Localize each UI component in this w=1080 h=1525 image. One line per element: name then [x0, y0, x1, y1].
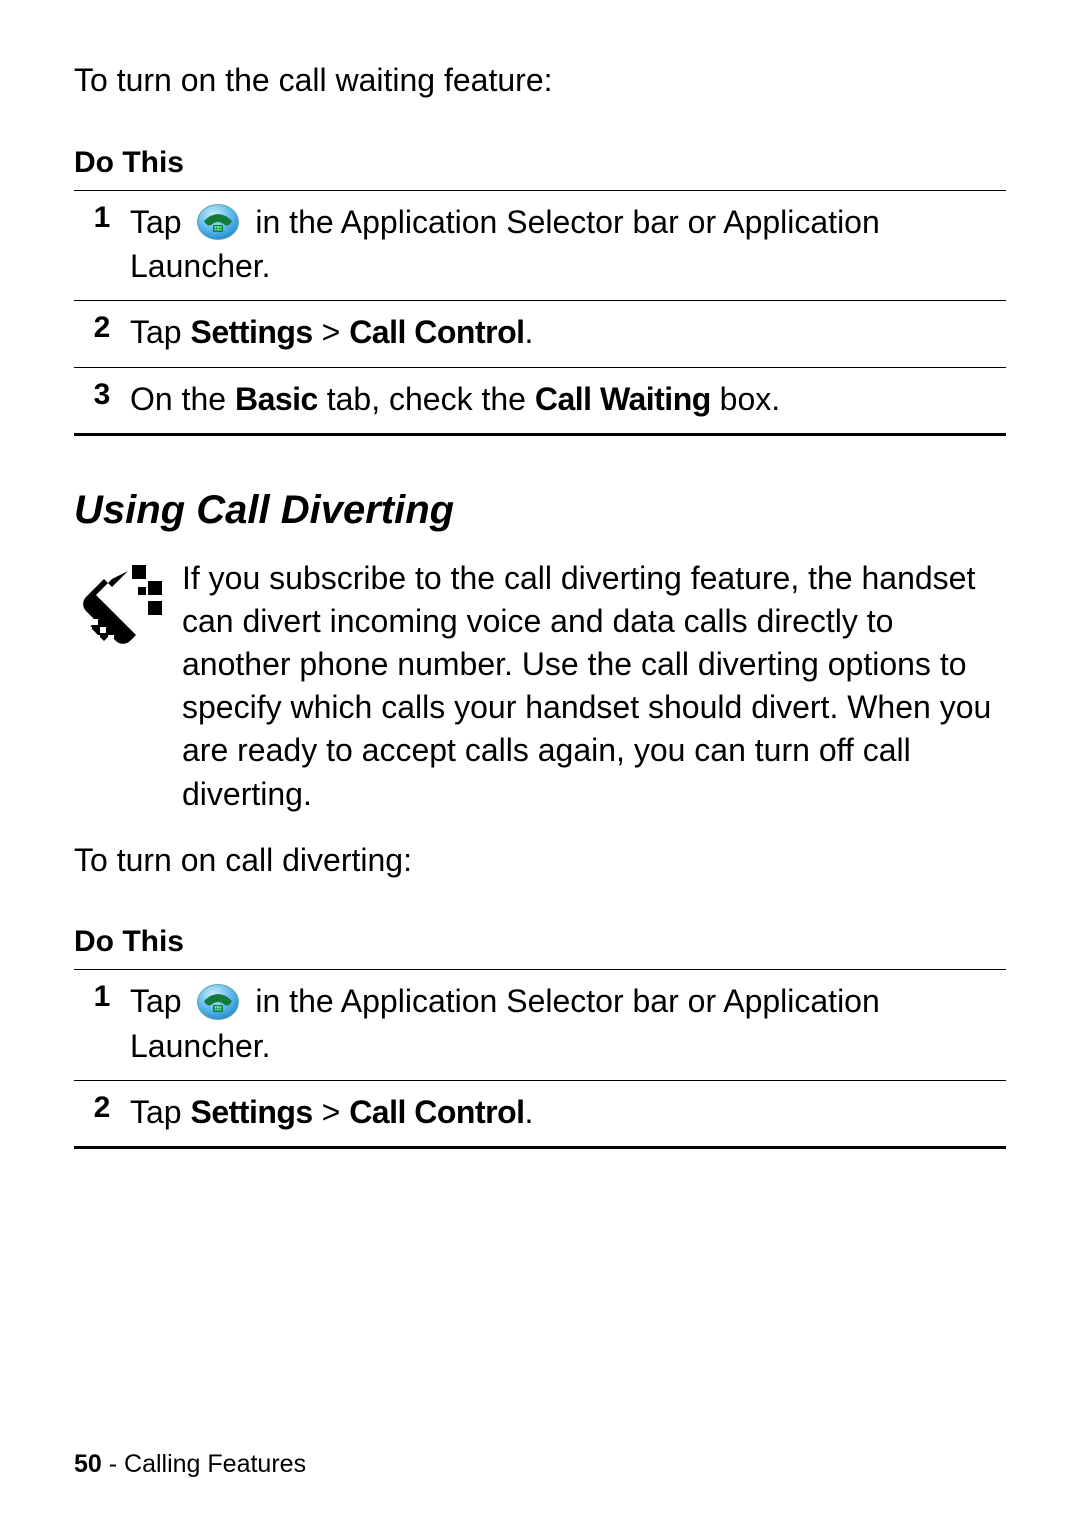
- step-row: 1 Tap: [74, 190, 1006, 301]
- ui-term: Call Waiting: [535, 381, 711, 417]
- step-number: 1: [74, 980, 130, 1014]
- section-heading: Using Call Diverting: [74, 488, 1006, 533]
- step-text: .: [525, 314, 534, 350]
- steps-table-2: Do This 1 Tap: [74, 917, 1006, 1149]
- step-row: 3 On the Basic tab, check the Call Waiti…: [74, 367, 1006, 436]
- manual-page: To turn on the call waiting feature: Do …: [0, 0, 1080, 1525]
- step-row: 2 Tap Settings > Call Control.: [74, 300, 1006, 366]
- step-row: 1 Tap in the Appli: [74, 969, 1006, 1080]
- step-text: Tap: [130, 983, 190, 1019]
- step-body: Tap: [130, 201, 1006, 289]
- step-text: Tap: [130, 1094, 190, 1130]
- step-text: box.: [711, 381, 780, 417]
- intro-text-1: To turn on the call waiting feature:: [74, 60, 1006, 102]
- step-text: >: [313, 1094, 349, 1130]
- feature-paragraph-text: If you subscribe to the call diverting f…: [182, 557, 1006, 816]
- handset-satellite-icon: [74, 561, 164, 651]
- step-body: Tap in the Application Selector b: [130, 980, 1006, 1068]
- step-body: On the Basic tab, check the Call Waiting…: [130, 378, 1006, 421]
- page-footer: 50 - Calling Features: [74, 1450, 306, 1479]
- step-body: Tap Settings > Call Control.: [130, 1091, 1006, 1134]
- ui-term: Settings: [190, 1094, 312, 1130]
- ui-term: Call Control: [349, 1094, 524, 1130]
- phone-app-icon: [196, 203, 240, 241]
- footer-sep: -: [102, 1450, 124, 1478]
- ui-term: Settings: [190, 314, 312, 350]
- do-this-header: Do This: [74, 138, 1006, 190]
- ui-term: Call Control: [349, 314, 524, 350]
- step-text: >: [313, 314, 349, 350]
- page-number: 50: [74, 1450, 102, 1478]
- steps-table-1: Do This 1 Tap: [74, 138, 1006, 436]
- step-text: .: [525, 1094, 534, 1130]
- step-number: 3: [74, 378, 130, 412]
- step-number: 2: [74, 311, 130, 345]
- phone-app-icon: [196, 983, 240, 1021]
- step-number: 2: [74, 1091, 130, 1125]
- step-text: in the Application Selector bar or Appli…: [130, 983, 880, 1064]
- step-text: in the Application Selector bar or Appli…: [130, 204, 880, 285]
- feature-paragraph-with-icon: If you subscribe to the call diverting f…: [74, 557, 1006, 816]
- step-row: 2 Tap Settings > Call Control.: [74, 1080, 1006, 1149]
- ui-term: Basic: [235, 381, 318, 417]
- step-text: Tap: [130, 314, 190, 350]
- step-text: tab, check the: [318, 381, 535, 417]
- step-text: On the: [130, 381, 235, 417]
- section-name: Calling Features: [124, 1450, 306, 1478]
- intro-text-2: To turn on call diverting:: [74, 840, 1006, 882]
- step-body: Tap Settings > Call Control.: [130, 311, 1006, 354]
- step-number: 1: [74, 201, 130, 235]
- step-text: Tap: [130, 204, 190, 240]
- do-this-header: Do This: [74, 917, 1006, 969]
